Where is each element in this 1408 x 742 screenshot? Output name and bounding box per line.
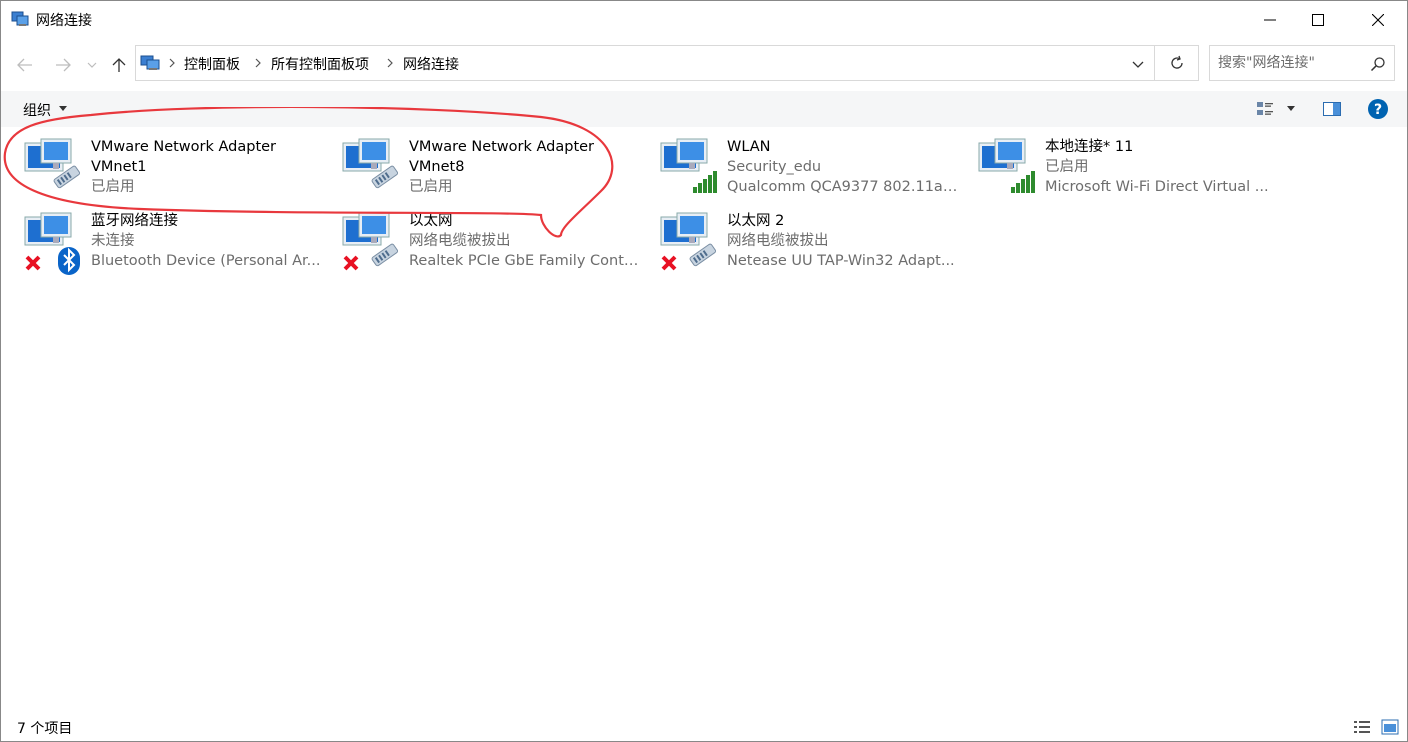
item-device: Realtek PCIe GbE Family Contr...: [409, 253, 641, 269]
minimize-button[interactable]: [1247, 1, 1293, 39]
list-item[interactable]: 以太网 2 网络电缆被拔出 Netease UU TAP-Win32 Adapt…: [659, 211, 959, 281]
caret-down-icon[interactable]: [1287, 106, 1295, 112]
item-status: 未连接: [91, 233, 135, 249]
list-item[interactable]: 以太网 网络电缆被拔出 Realtek PCIe GbE Family Cont…: [341, 211, 641, 281]
forward-button[interactable]: [51, 53, 75, 77]
bluetooth-icon: [58, 247, 80, 275]
breadcrumb-control-panel[interactable]: 控制面板: [184, 54, 240, 74]
address-bar[interactable]: 控制面板 所有控制面板项 网络连接: [135, 45, 1155, 81]
item-status: 已启用: [409, 179, 453, 195]
wireless-adapter-icon: [660, 138, 717, 193]
list-item[interactable]: VMware Network Adapter VMnet8 已启用: [341, 137, 641, 207]
wired-adapter-icon: [342, 138, 399, 189]
up-button[interactable]: [107, 53, 131, 77]
recent-locations-button[interactable]: [83, 53, 101, 77]
item-device: Qualcomm QCA9377 802.11ac...: [727, 179, 959, 195]
close-button[interactable]: [1355, 1, 1401, 39]
wireless-adapter-icon: [978, 138, 1035, 193]
minimize-icon: [1264, 19, 1276, 21]
network-connections-icon: [140, 55, 160, 70]
item-status: 已启用: [91, 179, 135, 195]
item-device: Microsoft Wi-Fi Direct Virtual ...: [1045, 179, 1269, 195]
list-item[interactable]: VMware Network Adapter VMnet1 已启用: [23, 137, 323, 207]
command-bar: 组织 ?: [1, 91, 1407, 127]
error-x-icon: [661, 255, 677, 271]
list-item[interactable]: WLAN Security_edu Qualcomm QCA9377 802.1…: [659, 137, 959, 207]
chevron-right-icon: [169, 58, 175, 68]
navigation-bar: 控制面板 所有控制面板项 网络连接: [1, 39, 1407, 89]
list-item[interactable]: 蓝牙网络连接 未连接 Bluetooth Device (Personal Ar…: [23, 211, 323, 281]
connections-list: VMware Network Adapter VMnet1 已启用 VMware…: [1, 127, 1407, 707]
change-view-icon[interactable]: [1255, 99, 1275, 119]
arrow-left-icon: [17, 58, 32, 72]
item-name: VMware Network Adapter: [91, 139, 277, 155]
item-status: 网络电缆被拔出: [409, 233, 511, 249]
list-item[interactable]: 本地连接* 11 已启用 Microsoft Wi-Fi Direct Virt…: [977, 137, 1277, 207]
chevron-right-icon: [255, 58, 261, 68]
refresh-icon: [1170, 55, 1183, 69]
details-view-icon[interactable]: [1353, 719, 1371, 735]
item-device: Netease UU TAP-Win32 Adapt...: [727, 253, 955, 269]
wired-adapter-icon: [24, 138, 81, 189]
item-name: VMware Network Adapter: [409, 139, 595, 155]
item-name: 以太网: [409, 213, 453, 229]
preview-pane-icon[interactable]: [1322, 99, 1342, 119]
organize-menu[interactable]: 组织: [23, 100, 51, 120]
item-name: 以太网 2: [727, 213, 785, 229]
signal-bars-icon: [693, 171, 717, 193]
window-title: 网络连接: [36, 13, 92, 29]
item-status: 已启用: [1045, 159, 1089, 175]
item-device: Bluetooth Device (Personal Ar...: [91, 253, 321, 269]
ethernet-adapter-icon: [660, 212, 717, 271]
item-name: 蓝牙网络连接: [91, 213, 178, 229]
network-connections-icon: [11, 11, 29, 26]
breadcrumb-all-control-panel-items[interactable]: 所有控制面板项: [271, 54, 369, 74]
bluetooth-adapter-icon: [24, 212, 80, 275]
refresh-button[interactable]: [1155, 45, 1199, 81]
item-count: 7 个项目: [17, 721, 73, 737]
error-x-icon: [343, 255, 359, 271]
back-button[interactable]: [13, 53, 37, 77]
search-box[interactable]: [1209, 45, 1395, 81]
chevron-down-icon: [87, 62, 97, 68]
close-icon: [1372, 14, 1384, 26]
item-name-line2: VMnet8: [409, 159, 465, 175]
large-icons-view-icon[interactable]: [1381, 719, 1399, 735]
item-name: WLAN: [727, 139, 771, 155]
title-bar: 网络连接: [1, 1, 1407, 39]
breadcrumb-network-connections[interactable]: 网络连接: [403, 54, 459, 74]
chevron-right-icon: [387, 58, 393, 68]
maximize-button[interactable]: [1295, 1, 1341, 39]
arrow-right-icon: [56, 58, 71, 72]
item-name-line2: VMnet1: [91, 159, 147, 175]
svg-text:?: ?: [1374, 102, 1382, 118]
item-status: Security_edu: [727, 159, 822, 175]
help-icon[interactable]: ?: [1367, 98, 1389, 120]
chevron-down-icon[interactable]: [1130, 56, 1146, 72]
item-name: 本地连接* 11: [1045, 139, 1134, 155]
arrow-up-icon: [112, 58, 126, 72]
signal-bars-icon: [1011, 171, 1035, 193]
ethernet-adapter-icon: [342, 212, 399, 271]
search-input[interactable]: [1218, 53, 1358, 73]
search-icon[interactable]: [1370, 56, 1386, 72]
caret-down-icon[interactable]: [59, 106, 67, 112]
maximize-icon: [1312, 14, 1324, 26]
item-status: 网络电缆被拔出: [727, 233, 829, 249]
error-x-icon: [25, 255, 41, 271]
status-bar: 7 个项目: [1, 713, 1407, 741]
